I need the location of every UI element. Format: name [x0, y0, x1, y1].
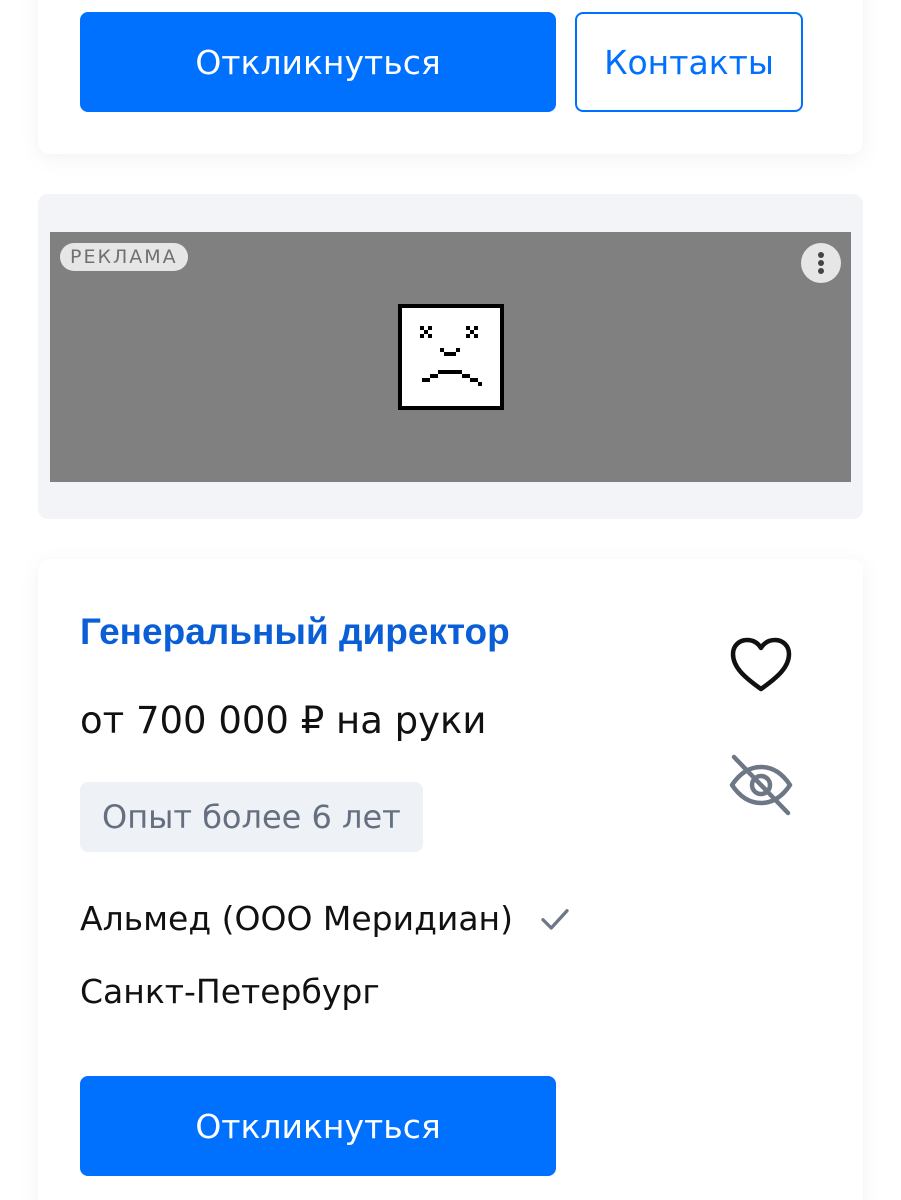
respond-button[interactable]: Откликнуться	[80, 12, 556, 112]
vacancy-city: Санкт-Петербург	[80, 972, 380, 1011]
vacancy-card-previous: Откликнуться Контакты	[38, 0, 863, 154]
company-name[interactable]: Альмед (ООО Меридиан)	[80, 899, 573, 938]
ad-block: РЕКЛАМА	[38, 194, 863, 519]
respond-button[interactable]: Откликнуться	[80, 1076, 556, 1176]
experience-chip: Опыт более 6 лет	[80, 782, 423, 852]
vacancy-card: Генеральный директор от 700 000 ₽ на рук…	[38, 559, 863, 1200]
company-name-label: Альмед (ООО Меридиан)	[80, 899, 514, 938]
eye-off-icon[interactable]	[728, 754, 794, 816]
ad-badge: РЕКЛАМА	[60, 243, 188, 271]
heart-icon[interactable]	[730, 637, 792, 693]
ad-area[interactable]: РЕКЛАМА	[50, 232, 851, 482]
checkmark-icon	[541, 908, 569, 930]
vacancy-title-link[interactable]: Генеральный директор	[80, 611, 510, 653]
vacancy-salary: от 700 000 ₽ на руки	[80, 699, 487, 742]
broken-ad-icon	[398, 304, 504, 410]
more-vertical-icon[interactable]	[801, 243, 841, 283]
contacts-button[interactable]: Контакты	[575, 12, 803, 112]
